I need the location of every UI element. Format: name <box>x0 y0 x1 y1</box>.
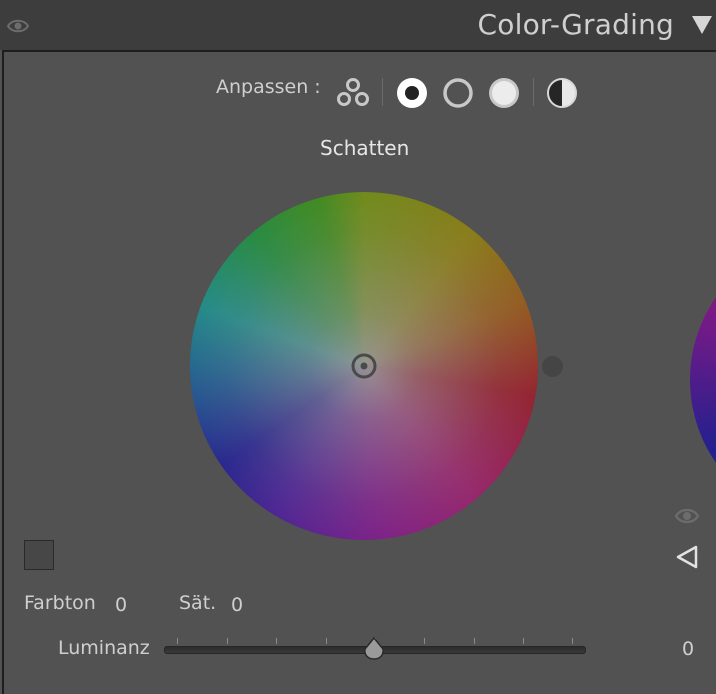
slider-tick <box>276 638 277 644</box>
slider-tick <box>424 638 425 644</box>
slider-tick <box>474 638 475 644</box>
slider-tick <box>326 638 327 644</box>
eye-icon[interactable] <box>6 14 30 38</box>
luminance-label: Luminanz <box>58 637 150 659</box>
ring-icon[interactable] <box>441 76 475 110</box>
hue-value[interactable]: 0 <box>115 594 127 616</box>
wheel-label: Schatten <box>320 136 410 160</box>
adjust-label: Anpassen : <box>216 76 321 98</box>
saturation-value[interactable]: 0 <box>231 594 243 616</box>
color-grading-panel: Color-Grading Anpassen : Schatten Farbto… <box>0 0 716 694</box>
panel-header[interactable]: Color-Grading <box>0 0 716 50</box>
filled-dot-circle-icon[interactable] <box>395 76 429 110</box>
triangle-left-icon[interactable] <box>676 545 698 569</box>
half-circle-icon[interactable] <box>545 76 579 110</box>
slider-tick <box>572 638 573 644</box>
luminance-value[interactable]: 0 <box>682 638 694 660</box>
color-swatch[interactable] <box>24 540 54 570</box>
saturation-label: Sät. <box>179 592 217 614</box>
three-circles-icon[interactable] <box>334 76 372 108</box>
slider-tick <box>227 638 228 644</box>
hue-label: Farbton <box>24 592 96 614</box>
separator <box>533 78 534 106</box>
panel-title: Color-Grading <box>477 8 674 41</box>
eye-icon[interactable] <box>674 505 700 527</box>
slider-tick <box>523 638 524 644</box>
luminance-slider-thumb[interactable] <box>363 637 385 661</box>
saturation-knob[interactable] <box>542 356 563 377</box>
wheel-center-handle[interactable] <box>350 352 378 380</box>
light-circle-icon[interactable] <box>487 76 521 110</box>
separator <box>382 78 383 106</box>
slider-tick <box>177 638 178 644</box>
triangle-down-icon[interactable] <box>690 14 714 36</box>
